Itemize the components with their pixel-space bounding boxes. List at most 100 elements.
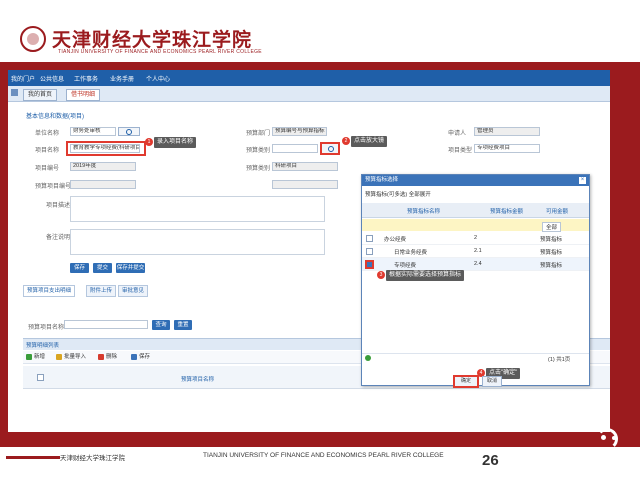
description-textarea[interactable]: [70, 196, 325, 222]
add-button[interactable]: 新增: [26, 353, 45, 361]
row-name: 日常业务经费: [394, 250, 428, 256]
dialog-row[interactable]: 日常业务经费 2.1 预算指标: [362, 245, 589, 258]
form-title: 基本信息和数据(项目): [26, 114, 84, 120]
submit-button[interactable]: 提交: [93, 263, 112, 273]
unit-field[interactable]: 财务处审核: [70, 127, 116, 136]
label-project-name: 项目名称: [35, 148, 60, 154]
project-type-select[interactable]: 专项经费项目: [474, 144, 540, 153]
column-indicator-name: 预算指标名称: [407, 209, 441, 215]
label-unit: 单位名称: [35, 131, 60, 137]
tab-detail[interactable]: 借书明细: [66, 89, 101, 101]
tab-bar: 我的首页 借书明细: [8, 86, 610, 102]
college-logo-text: 天津财经大学珠江学院: [52, 29, 253, 51]
remark-textarea[interactable]: [70, 229, 325, 255]
row-amount: 2.1: [474, 248, 482, 254]
magnifier-icon: [328, 146, 334, 152]
highlight-project-name: [66, 141, 146, 156]
row-amount: 2.4: [474, 261, 482, 267]
step-marker-2: 2: [342, 137, 350, 145]
dialog-titlebar: 预算指标选择 ×: [362, 175, 589, 186]
dialog-title: 预算指标选择: [365, 177, 399, 183]
step-marker-1: 1: [145, 138, 153, 146]
callout-2: 点击放大镜: [351, 136, 388, 147]
column-budget-name: 预算项目名称: [181, 377, 215, 383]
row-name: 办公经费: [384, 237, 407, 243]
decoration-dot: [612, 436, 616, 440]
top-navigation: 我的门户 公共信息 工作事务 业务手册 个人中心: [8, 70, 610, 86]
subtab-approval[interactable]: 审批意见: [118, 285, 149, 297]
project-code-field[interactable]: 2019年度: [70, 162, 136, 171]
row-checkbox-checked[interactable]: [365, 260, 374, 269]
nav-item-public[interactable]: 公共信息: [40, 74, 64, 83]
save-button[interactable]: 保存: [70, 263, 89, 273]
label-budget-category: 预算类别: [246, 166, 271, 172]
row-available: 预算指标: [540, 263, 563, 269]
footer-english-name: TIANJIN UNIVERSITY OF FINANCE AND ECONOM…: [203, 452, 444, 459]
applicant-field: 管理员: [474, 127, 540, 136]
magnifier-search-button[interactable]: [320, 142, 340, 155]
search-icon: [126, 129, 132, 135]
nav-item-personal[interactable]: 个人中心: [146, 74, 170, 83]
footer-accent-line: [6, 456, 60, 459]
home-icon[interactable]: [11, 89, 18, 96]
nav-item-work[interactable]: 工作事务: [74, 74, 98, 83]
label-project-name-2: 预算部门: [246, 131, 271, 137]
ok-button[interactable]: 确定: [453, 375, 479, 388]
unit-search-button[interactable]: [118, 127, 140, 136]
select-all-checkbox[interactable]: [37, 374, 44, 381]
label-remark: 备注说明: [46, 235, 71, 241]
row-amount: 2: [474, 235, 478, 241]
import-button[interactable]: 批量导入: [56, 353, 86, 361]
label-search: 预算项目名称: [28, 325, 65, 331]
tab-home[interactable]: 我的首页: [23, 89, 58, 101]
label-project-type: 项目类型: [448, 148, 473, 154]
save-submit-button[interactable]: 保存并提交: [116, 263, 145, 273]
budget-select-dialog: 预算指标选择 × 预算指标(可多选) 全部展开 预算指标名称 预算指标金额 可用…: [361, 174, 590, 388]
label-budget-type: 预算类别: [246, 148, 271, 154]
column-indicator-amount: 预算指标金额: [490, 209, 524, 215]
row-available: 预算指标: [540, 250, 563, 256]
pager-text: (1) 共1页: [548, 357, 571, 363]
label-applicant: 申请人: [448, 131, 467, 137]
column-available: 可用金额: [546, 209, 569, 215]
section-title: 预算明细列表: [26, 343, 60, 349]
toolbar-save-button[interactable]: 保存: [131, 353, 150, 361]
footer-college-name: 天津财经大学珠江学院: [60, 455, 125, 462]
college-seal-icon: [20, 26, 46, 52]
step-marker-3: 3: [377, 271, 385, 279]
subtab-detail[interactable]: 预算项目支出明细: [23, 285, 76, 297]
refresh-icon[interactable]: [365, 355, 371, 361]
callout-1: 录入项目名称: [154, 137, 197, 148]
row-name: 专项经费: [394, 263, 417, 269]
label-description: 项目描述: [46, 203, 71, 209]
budget-item-code-field-2: [272, 180, 338, 189]
budget-type-field[interactable]: [272, 144, 318, 153]
subtab-attachment[interactable]: 附件上传: [86, 285, 117, 297]
nav-item-manual[interactable]: 业务手册: [110, 74, 134, 83]
label-project-code: 项目编号: [35, 166, 60, 172]
dialog-pager: (1) 共1页: [362, 353, 589, 364]
close-icon[interactable]: ×: [579, 177, 586, 184]
row-checkbox[interactable]: [366, 248, 373, 255]
dialog-table-header: 预算指标名称 预算指标金额 可用金额: [362, 203, 589, 218]
cancel-button[interactable]: 取消: [482, 376, 502, 387]
search-input[interactable]: [64, 320, 148, 329]
dialog-row[interactable]: 办公经费 2 预算指标: [362, 232, 589, 245]
callout-3: 根据实际需要选择预算指标: [386, 270, 465, 281]
query-button[interactable]: 查询: [152, 320, 170, 330]
dialog-filter-row: 全部: [362, 219, 589, 232]
decoration-dot: [601, 435, 606, 440]
label-budget-item-code: 预算项目编号: [35, 184, 72, 190]
page-number: 26: [482, 452, 499, 469]
budget-item-code-field: [70, 180, 136, 189]
row-available: 预算指标: [540, 237, 563, 243]
nav-item-portal[interactable]: 我的门户: [11, 74, 35, 83]
row-checkbox[interactable]: [366, 235, 373, 242]
reset-button[interactable]: 重置: [174, 320, 192, 330]
dialog-subtitle: 预算指标(可多选) 全部展开: [365, 192, 431, 198]
delete-button[interactable]: 删除: [98, 353, 117, 361]
budget-dept-field[interactable]: 预算编号与预算指标: [272, 127, 327, 136]
filter-select[interactable]: 全部: [542, 222, 562, 232]
budget-category-field: 科研项目: [272, 162, 338, 171]
college-logo-subtitle: TIANJIN UNIVERSITY OF FINANCE AND ECONOM…: [58, 49, 262, 55]
